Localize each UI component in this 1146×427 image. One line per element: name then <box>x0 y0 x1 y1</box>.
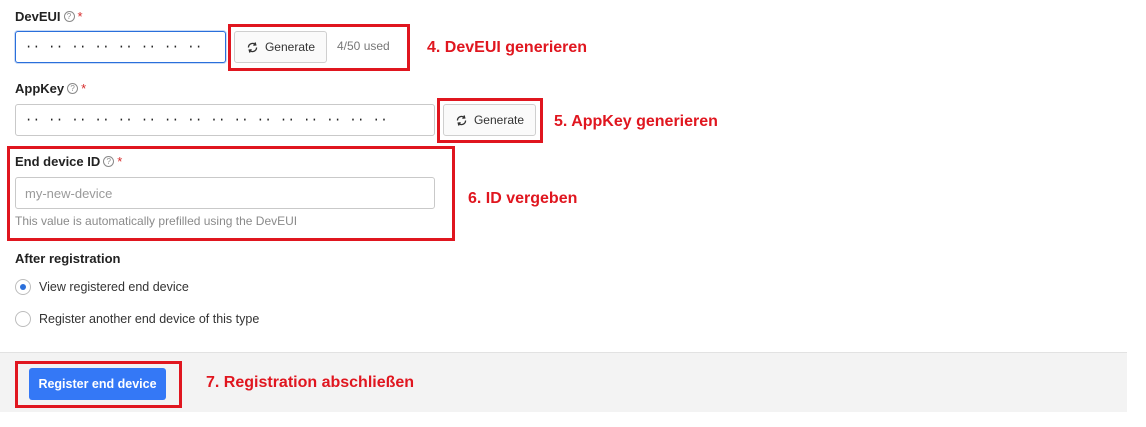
radio-button[interactable] <box>15 279 31 295</box>
annotation-box-step4 <box>228 24 410 71</box>
annotation-step7: 7. Registration abschließen <box>206 374 415 391</box>
after-registration-title: After registration <box>15 251 121 266</box>
deveui-label: DevEUI ? * <box>15 9 83 24</box>
deveui-input[interactable]: ·· ·· ·· ·· ·· ·· ·· ·· <box>15 31 226 63</box>
appkey-input[interactable]: ·· ·· ·· ·· ·· ·· ·· ·· ·· ·· ·· ·· ·· ·… <box>15 104 435 136</box>
radio-register-another[interactable]: Register another end device of this type <box>15 311 259 327</box>
appkey-label: AppKey ? * <box>15 81 87 96</box>
annotation-box-step5 <box>437 98 543 143</box>
radio-button[interactable] <box>15 311 31 327</box>
annotation-step6: 6. ID vergeben <box>468 190 578 207</box>
annotation-step4: 4. DevEUI generieren <box>427 39 588 56</box>
help-icon[interactable]: ? <box>67 83 79 94</box>
annotation-step5: 5. AppKey generieren <box>554 113 718 130</box>
help-icon[interactable]: ? <box>63 11 75 22</box>
annotation-box-step6 <box>7 146 455 241</box>
radio-view-registered[interactable]: View registered end device <box>15 279 189 295</box>
annotation-box-step7 <box>15 361 182 408</box>
